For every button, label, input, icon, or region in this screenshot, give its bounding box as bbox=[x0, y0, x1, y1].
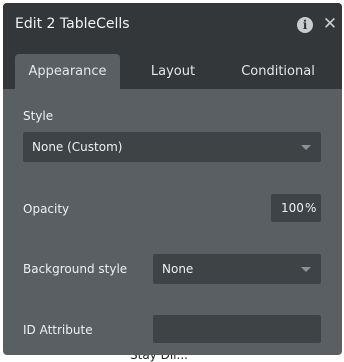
property-editor-panel: Edit 2 TableCells i ✕ Appearance Layout … bbox=[3, 3, 342, 355]
info-icon[interactable]: i bbox=[297, 17, 313, 33]
chevron-down-icon bbox=[301, 267, 311, 272]
chevron-down-icon bbox=[301, 145, 311, 150]
opacity-value: 100 bbox=[281, 201, 304, 215]
opacity-input[interactable]: 100 % bbox=[271, 194, 321, 222]
tab-conditional[interactable]: Conditional bbox=[228, 54, 328, 89]
tab-layout[interactable]: Layout bbox=[133, 54, 213, 89]
id-attribute-input[interactable] bbox=[153, 315, 321, 343]
style-dropdown[interactable]: None (Custom) bbox=[23, 132, 321, 162]
id-attribute-label: ID Attribute bbox=[23, 323, 93, 337]
style-dropdown-value: None (Custom) bbox=[32, 140, 123, 154]
background-style-label: Background style bbox=[23, 262, 128, 276]
background-style-dropdown[interactable]: None bbox=[153, 254, 321, 284]
style-label: Style bbox=[23, 109, 54, 123]
panel-title: Edit 2 TableCells bbox=[15, 16, 130, 32]
opacity-label: Opacity bbox=[23, 202, 70, 216]
tab-bar: Appearance Layout Conditional bbox=[3, 47, 342, 89]
title-bar[interactable]: Edit 2 TableCells i ✕ bbox=[3, 3, 342, 47]
background-style-dropdown-value: None bbox=[162, 262, 194, 276]
tab-appearance[interactable]: Appearance bbox=[15, 54, 120, 89]
close-icon[interactable]: ✕ bbox=[322, 15, 338, 33]
opacity-unit: % bbox=[305, 201, 317, 215]
